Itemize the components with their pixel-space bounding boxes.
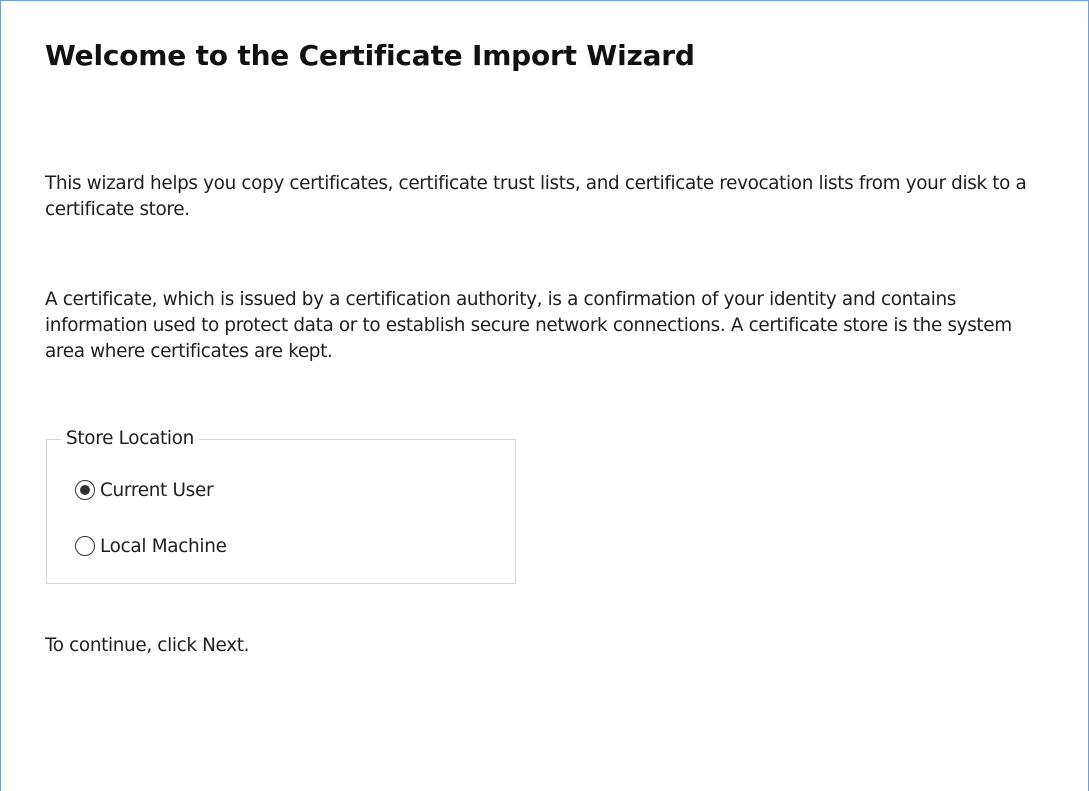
radio-selected-dot-icon bbox=[80, 485, 90, 495]
certificate-import-wizard-window: Welcome to the Certificate Import Wizard… bbox=[0, 0, 1089, 791]
local-machine-radio-label[interactable]: Local Machine bbox=[100, 536, 227, 557]
local-machine-radio-option[interactable]: Local Machine bbox=[75, 532, 227, 560]
store-location-groupbox: Store Location Current User Local Machin… bbox=[46, 427, 516, 584]
certificate-description-text: A certificate, which is issued by a cert… bbox=[45, 289, 1012, 362]
store-location-legend: Store Location bbox=[61, 427, 200, 451]
current-user-radio-label[interactable]: Current User bbox=[100, 480, 214, 501]
wizard-intro-text: This wizard helps you copy certificates,… bbox=[45, 173, 1027, 220]
wizard-title: Welcome to the Certificate Import Wizard bbox=[45, 39, 695, 72]
current-user-radio-option[interactable]: Current User bbox=[75, 476, 214, 504]
current-user-radio-button[interactable] bbox=[75, 480, 95, 500]
local-machine-radio-button[interactable] bbox=[75, 536, 95, 556]
continue-instruction-text: To continue, click Next. bbox=[45, 635, 250, 656]
